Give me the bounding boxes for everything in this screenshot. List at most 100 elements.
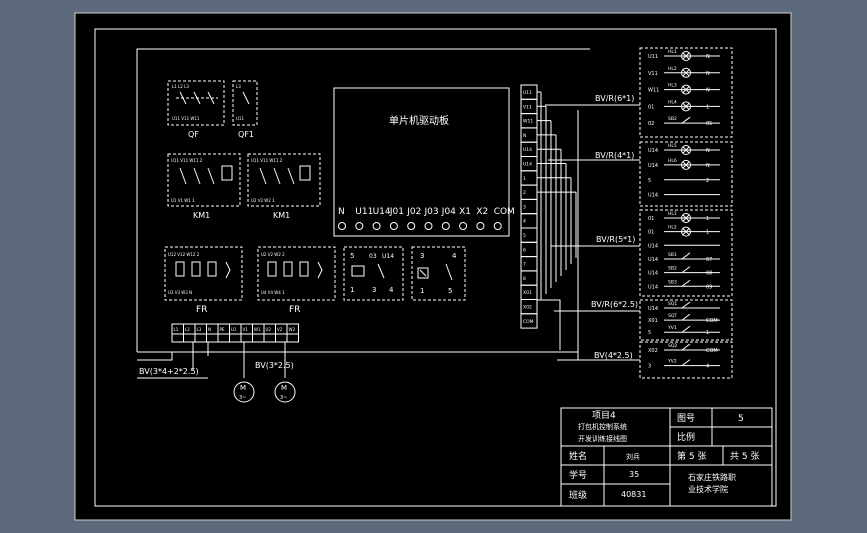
bottom-terminal-label: N [208, 327, 211, 332]
panel-pin-label: 3 [648, 364, 651, 370]
panel-pin-label: 5 [648, 178, 651, 184]
panel-end-label: 08 [706, 271, 712, 277]
panel-device-label: HL4 [668, 99, 677, 105]
panel-device-label: HL6 [668, 158, 677, 164]
bottom-terminal-label: V2 [277, 327, 283, 332]
board-terminal-label: J01 [389, 207, 404, 217]
bottom-terminal-label: L2 [185, 327, 190, 332]
panel-end-label: COM [706, 318, 718, 324]
fr-a-label: FR [196, 305, 207, 315]
svg-text:U11 V11 W11 2: U11 V11 W11 2 [171, 158, 203, 163]
panel-pin-label: U14 [648, 284, 658, 290]
panel-end-label: N [706, 163, 710, 169]
strip-terminal-label: V11 [523, 104, 532, 110]
cable-label-r2: BV/R(4*1) [595, 151, 634, 160]
board-title: 单片机驱动板 [389, 114, 449, 127]
panel-end-label: N [706, 54, 710, 60]
panel-device-label: HL2 [668, 225, 677, 231]
panel-pin-label: U14 [648, 193, 658, 199]
project-subtitle-1: 打包机控制系统 [578, 422, 627, 431]
panel-end-label: N [706, 88, 710, 94]
board-terminal-label: N [338, 207, 345, 217]
strip-terminal-label: COM [523, 319, 534, 325]
svg-text:3~: 3~ [239, 395, 246, 401]
cable-label-r5: BV(4*2.5) [594, 351, 633, 360]
panel-device-label: SB3 [668, 279, 677, 285]
panel-pin-label: W11 [648, 88, 659, 94]
panel-end-label: N [706, 71, 710, 77]
strip-terminal-label: 3 [523, 204, 526, 210]
svg-text:U3 V3 W3 N: U3 V3 W3 N [168, 290, 192, 295]
drawing-sheet [74, 12, 792, 521]
panel-pin-label: V11 [648, 71, 658, 77]
strip-terminal-label: 7 [523, 262, 526, 268]
bottom-terminal-label: L3 [197, 327, 202, 332]
class-value: 40831 [621, 490, 646, 499]
strip-terminal-label: 5 [523, 233, 526, 239]
panel-pin-label: U14 [648, 148, 658, 154]
cable-label-r4: BV/R(6*2.5) [591, 300, 638, 309]
panel-device-label: HL1 [668, 211, 677, 217]
panel-pin-label: U11 [648, 54, 658, 60]
panel-pin-label: 01 [648, 104, 654, 110]
strip-terminal-label: 1 [523, 176, 526, 182]
svg-text:U11 V11 W11 2: U11 V11 W11 2 [251, 158, 283, 163]
strip-terminal-label: W11 [523, 119, 533, 125]
strip-terminal-label: X02 [523, 305, 532, 311]
bottom-terminal-label: L1 [174, 327, 179, 332]
student-no-label: 学号 [569, 469, 587, 481]
panel-device-label: SQ2 [668, 343, 677, 349]
svg-text:U2 V2 W2 1: U2 V2 W2 1 [251, 198, 275, 203]
panel-device-label: HL3 [668, 83, 677, 89]
svg-text:U14: U14 [382, 253, 394, 260]
panel-device-label: HL2 [668, 66, 677, 72]
panel-device-label: SB2 [668, 116, 677, 122]
panel-pin-label: 02 [648, 121, 654, 127]
svg-text:5: 5 [350, 252, 354, 260]
panel-end-label: 4 [706, 364, 709, 370]
bottom-terminal-label: U1 [231, 327, 237, 332]
svg-text:U12 V12 W12 2: U12 V12 W12 2 [168, 252, 200, 257]
panel-end-label: 1 [706, 104, 709, 110]
drawing-no: 5 [738, 414, 744, 424]
svg-text:U4 V4 W4 1: U4 V4 W4 1 [261, 290, 285, 295]
panel-end-label: 1 [706, 216, 709, 222]
panel-pin-label: 01 [648, 216, 654, 222]
name-value: 刘兵 [626, 452, 640, 461]
panel-end-label: 05 [706, 121, 712, 127]
panel-device-label: HL1 [668, 49, 677, 55]
panel-device-label: SQT [668, 313, 677, 319]
svg-text:3~: 3~ [280, 395, 287, 401]
panel-device-label: HL5 [668, 143, 677, 149]
panel-pin-label: 01 [648, 230, 654, 236]
board-terminal-label: X2 [476, 207, 488, 217]
panel-pin-label: X02 [648, 348, 658, 354]
panel-device-label: SB2 [668, 266, 677, 272]
svg-text:4: 4 [452, 252, 457, 260]
strip-terminal-label: X01 [523, 290, 532, 296]
strip-terminal-label: U14 [523, 147, 532, 153]
qf1-label: QF1 [238, 130, 254, 139]
sheet-no: 第 5 张 [677, 450, 706, 462]
strip-terminal-label: 4 [523, 219, 526, 225]
svg-text:1: 1 [350, 286, 354, 294]
strip-terminal-label: 8 [523, 276, 526, 282]
panel-pin-label: U14 [648, 306, 658, 312]
panel-pin-label: U14 [648, 163, 658, 169]
panel-end-label: 1 [706, 330, 709, 336]
panel-device-label: YV1 [667, 325, 677, 331]
board-terminal-label: U11 [355, 207, 373, 217]
board-terminal-label: COM [494, 207, 515, 217]
panel-device-label: SQ1 [668, 301, 677, 307]
cable-label-motor: BV(3*2.5) [255, 361, 294, 370]
svg-text:4: 4 [389, 286, 394, 294]
bottom-terminal-label: PE [220, 327, 225, 332]
name-label: 姓名 [569, 450, 587, 462]
bottom-terminal-label: W1 [254, 327, 261, 332]
panel-pin-label: U14 [648, 271, 658, 277]
panel-end-label: COM [706, 348, 718, 354]
strip-terminal-label: U11 [523, 90, 532, 96]
project-name: 项目4 [592, 410, 616, 421]
scale-label: 比例 [677, 431, 695, 443]
bottom-terminal-label: V1 [243, 327, 249, 332]
